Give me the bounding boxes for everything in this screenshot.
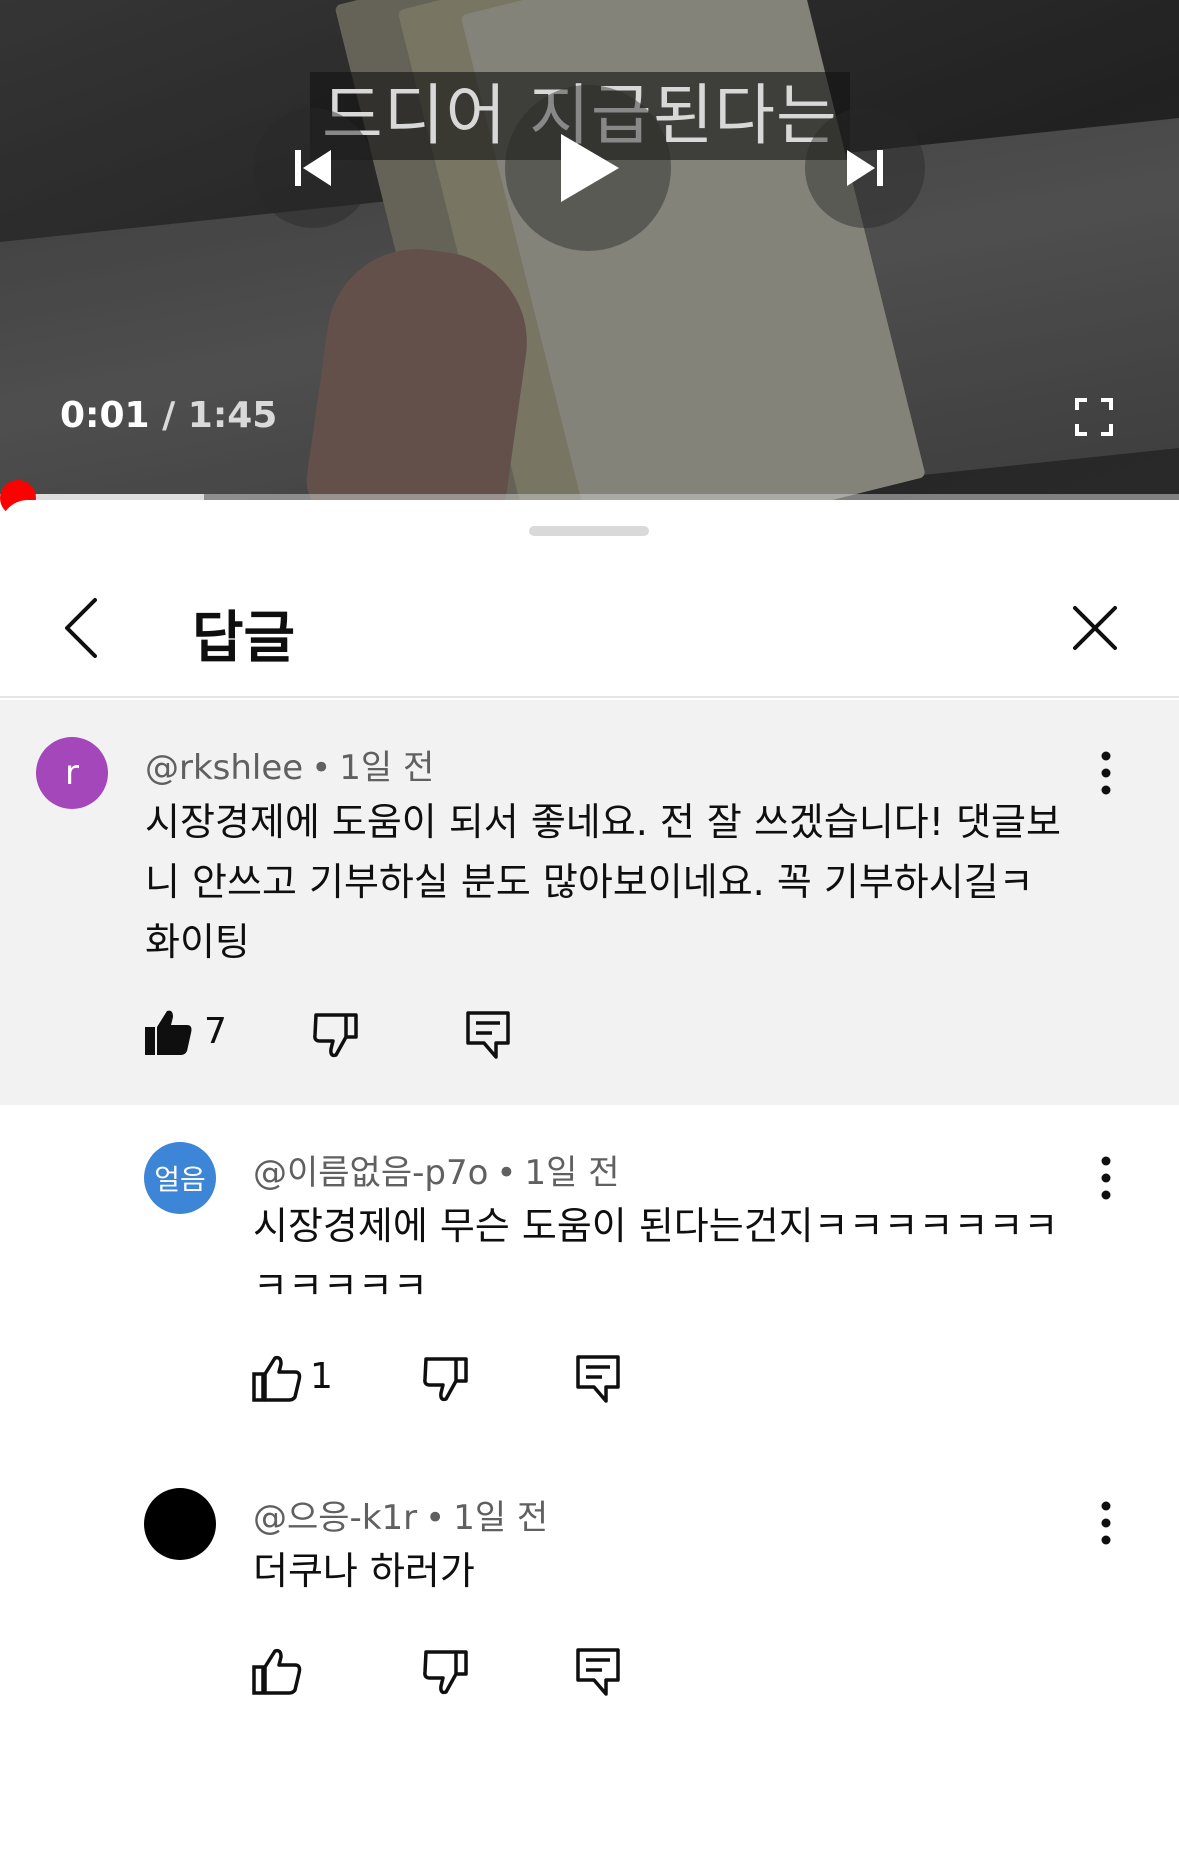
comment-meta: @rkshlee • 1일 전 [145,748,435,788]
more-options-icon[interactable] [1096,748,1116,798]
reply-age: 1일 전 [524,1153,620,1193]
dislike-icon[interactable] [420,1353,472,1405]
avatar[interactable]: 얼음 [144,1142,216,1214]
video-time: 0:01 / 1:45 [60,395,277,436]
play-button[interactable] [505,85,671,251]
reply-icon[interactable] [572,1646,624,1698]
reply-meta: @이름없음-p7o • 1일 전 [253,1153,620,1193]
like-count: 7 [204,1011,227,1052]
reply-age: 1일 전 [453,1498,549,1538]
reply-meta: @으응-k1r • 1일 전 [253,1498,549,1538]
replies-header [0,560,1179,698]
page-title: 답글 [192,606,296,671]
comment-text: 시장경제에 도움이 되서 좋네요. 전 잘 쓰겠습니다! 댓글보 니 안쓰고 기… [145,800,1061,964]
reply-author[interactable]: @이름없음-p7o [253,1153,488,1193]
reply-text: 더쿠나 하러가 [253,1549,475,1593]
reply-text: 시장경제에 무슨 도움이 된다는건지ㅋㅋㅋㅋㅋㅋㅋ ㅋㅋㅋㅋㅋ [253,1204,1059,1308]
like-count: 1 [310,1356,333,1397]
close-icon[interactable] [1065,598,1125,658]
previous-button[interactable] [253,108,373,228]
dislike-icon[interactable] [310,1009,362,1061]
play-icon [561,134,619,202]
fullscreen-icon[interactable] [1075,398,1113,436]
back-arrow-icon[interactable] [55,594,115,662]
dislike-icon[interactable] [420,1646,472,1698]
time-separator: / [149,395,188,436]
next-button[interactable] [805,108,925,228]
current-time: 0:01 [60,395,150,436]
skip-previous-icon [295,150,331,186]
like-icon[interactable] [251,1646,303,1698]
skip-next-icon [847,150,883,186]
drag-handle[interactable] [529,526,649,536]
reply-icon[interactable] [462,1009,514,1061]
like-icon[interactable] [143,1007,195,1059]
like-icon[interactable] [251,1353,303,1405]
comment-age: 1일 전 [339,748,435,788]
reply-author[interactable]: @으응-k1r [253,1498,417,1538]
duration: 1:45 [187,395,278,436]
reply-icon[interactable] [572,1353,624,1405]
avatar[interactable]: r [36,737,108,809]
comment-author[interactable]: @rkshlee [145,748,303,788]
avatar[interactable] [144,1488,216,1560]
